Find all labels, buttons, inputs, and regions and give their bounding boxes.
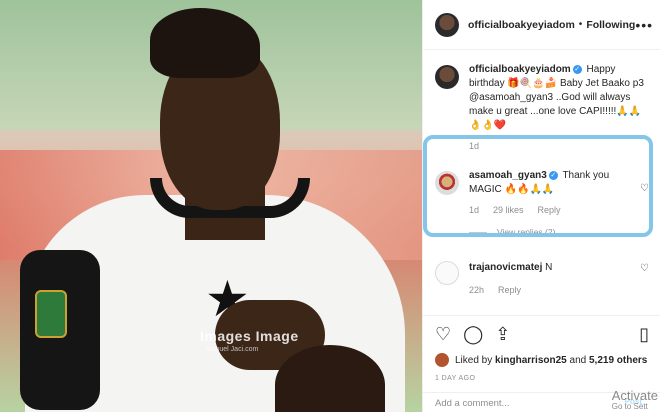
comment-time[interactable]: 22h [469,283,484,297]
author-avatar[interactable] [435,12,459,37]
more-options-icon[interactable]: ••• [635,17,653,33]
post-photo[interactable]: ★ Images Image Samuel Jaci.com [0,0,422,412]
header-separator: • [578,19,583,30]
highlight-box [423,135,653,237]
post-actions: ♡ ◯ ⇪ ▯ Liked by kingharrison25 and 5,21… [423,315,660,382]
windows-activation-watermark: Activate Go to Sett [611,388,658,412]
photo-watermark: Images Image [200,328,299,344]
share-icon[interactable]: ⇪ [495,324,510,345]
following-button[interactable]: Following [586,19,635,31]
liked-by-others[interactable]: 5,219 others [589,355,647,366]
comment-username[interactable]: trajanovicmatej [469,262,542,273]
post-header: officialboakyeyiadom • Following ••• [423,0,660,50]
verified-badge-icon: ✓ [572,64,582,74]
like-comment-heart-icon[interactable]: ♡ [640,263,649,274]
comment-username[interactable]: officialboakyeyiadom [469,64,571,75]
liked-by-prefix: Liked by [455,354,493,366]
comment-item: trajanovicmatej N 22h Reply ♡ [435,261,649,297]
author-avatar[interactable] [435,65,459,89]
tournament-badge [35,290,67,338]
comment-text: N [545,262,553,273]
author-username[interactable]: officialboakyeyiadom [468,19,575,31]
like-heart-icon[interactable]: ♡ [435,324,451,345]
activate-line1: Activate [611,388,658,403]
liker-avatar[interactable] [435,353,449,367]
likes-summary: Liked by kingharrison25 and 5,219 others [435,353,649,367]
post-sidebar: officialboakyeyiadom • Following ••• off… [422,0,660,412]
photo-watermark-sub: Samuel Jaci.com [205,346,259,353]
commenter-avatar[interactable] [435,261,459,285]
bookmark-icon[interactable]: ▯ [639,324,649,345]
reply-button[interactable]: Reply [498,283,521,297]
liked-by-user[interactable]: kingharrison25 [495,355,567,366]
post-time-ago[interactable]: 1 DAY AGO [435,375,649,382]
comment-bubble-icon[interactable]: ◯ [463,324,483,345]
liked-by-and: and [569,354,587,366]
